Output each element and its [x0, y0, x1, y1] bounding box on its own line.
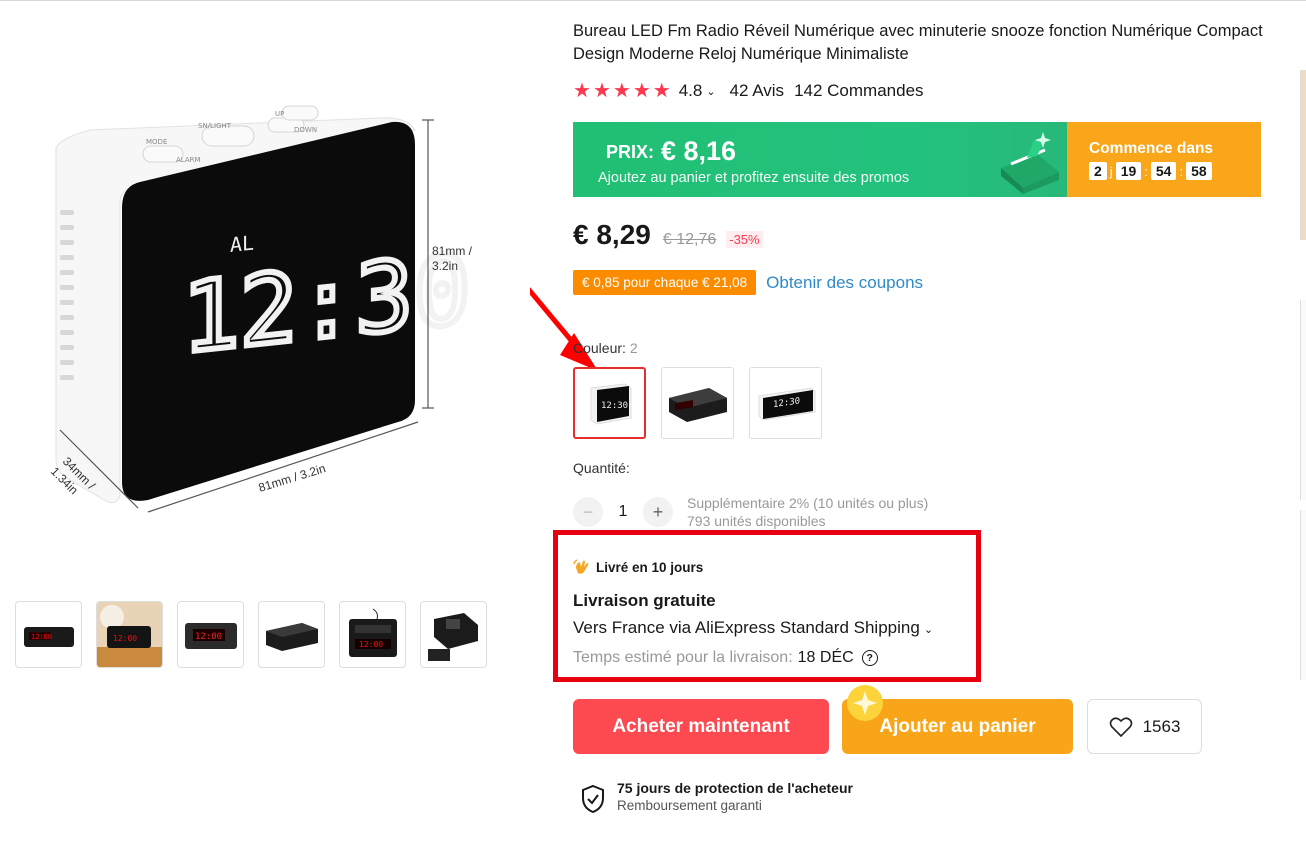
thumbnail-5[interactable]: 12:00 — [339, 601, 406, 668]
eta-date: 18 DÉC — [797, 649, 854, 666]
countdown: 2 j 19 : 54 : 58 — [1089, 162, 1212, 180]
sparkle-icon — [847, 685, 883, 721]
gift-icon — [1001, 132, 1059, 194]
promo-price: € 8,16 — [661, 136, 737, 166]
shipping-method-text: Vers France via AliExpress Standard Ship… — [573, 618, 920, 637]
color-count: 2 — [629, 340, 638, 356]
quantity-decrease-button[interactable]: − — [573, 497, 603, 527]
buy-now-button[interactable]: Acheter maintenant — [573, 699, 829, 754]
quantity-stepper: − 1 + Supplémentaire 2% (10 unités ou pl… — [573, 494, 928, 530]
main-product-image[interactable]: MODE SN/LIGHT UP DOWN ALARM AL 12:30 81m… — [30, 100, 510, 530]
rating-value[interactable]: 4.8 — [679, 81, 703, 101]
btn-snlight-text: SN/LIGHT — [198, 122, 232, 130]
btn-mode-text: MODE — [146, 138, 167, 146]
promo-price-label: PRIX: — [606, 142, 655, 162]
svg-text:12:00: 12:00 — [359, 640, 383, 649]
color-label-text: Couleur: — [573, 340, 626, 356]
buyer-protection: 75 jours de protection de l'acheteur Rem… — [580, 780, 853, 814]
countdown-days-unit: j — [1109, 163, 1113, 179]
hand-wave-icon — [573, 559, 589, 574]
color-swatches: 12:30 12:30 — [573, 367, 822, 439]
height-dim-text-2: 3.2in — [432, 259, 458, 273]
delivery-time: Livré en 10 jours — [596, 559, 704, 575]
wishlist-button[interactable]: 1563 — [1087, 699, 1202, 754]
svg-text:12:00: 12:00 — [195, 632, 222, 642]
delivery-badge: Livré en 10 jours — [573, 558, 703, 576]
clock-al-text: AL — [230, 231, 254, 257]
thumbnail-3[interactable]: 12:00 — [177, 601, 244, 668]
get-coupons-link[interactable]: Obtenir des coupons — [766, 273, 923, 293]
quantity-increase-button[interactable]: + — [643, 497, 673, 527]
coupon-row: € 0,85 pour chaque € 21,08 Obtenir des c… — [573, 270, 923, 295]
shipping-box: Livré en 10 jours Livraison gratuite Ver… — [553, 530, 981, 682]
star-icon: ★ — [612, 80, 631, 102]
quantity-value[interactable]: 1 — [603, 503, 643, 521]
promo-countdown-panel: Commence dans 2 j 19 : 54 : 58 — [1067, 122, 1261, 197]
btn-down-text: DOWN — [294, 126, 317, 134]
star-icon: ★ — [592, 80, 611, 102]
btn-up-text: UP — [275, 110, 284, 118]
thumbnail-strip: 12:00 12:00 12:00 12:00 — [15, 601, 487, 668]
wishlist-count: 1563 — [1142, 716, 1181, 736]
promo-subtitle: Ajoutez au panier et profitez ensuite de… — [598, 170, 910, 186]
eta-label: Temps estimé pour la livraison: — [573, 649, 793, 666]
svg-text:12:00: 12:00 — [113, 634, 137, 643]
countdown-label: Commence dans — [1089, 140, 1214, 157]
promo-price-panel: PRIX: € 8,16 Ajoutez au panier et profit… — [573, 122, 1067, 197]
product-title: Bureau LED Fm Radio Réveil Numérique ave… — [573, 22, 1263, 63]
star-icon: ★ — [573, 80, 591, 102]
orders-count: 142 Commandes — [794, 81, 924, 100]
svg-text:12:00: 12:00 — [31, 633, 52, 641]
protection-subtitle: Remboursement garanti — [617, 798, 762, 813]
delivery-estimate: Temps estimé pour la livraison: 18 DÉC ? — [573, 649, 878, 667]
side-panel-edge — [1300, 300, 1306, 500]
quantity-available: 793 unités disponibles — [687, 513, 826, 529]
color-swatch-black-radio[interactable] — [661, 367, 734, 439]
countdown-days: 2 — [1089, 162, 1107, 180]
quantity-label: Quantité: — [573, 460, 630, 476]
chevron-down-icon: ⌄ — [923, 624, 934, 636]
discount-badge: -35% — [726, 231, 763, 248]
help-icon[interactable]: ? — [861, 650, 878, 666]
countdown-minutes: 54 — [1150, 162, 1177, 180]
side-panel-edge — [1300, 70, 1306, 240]
star-icon: ★ — [652, 80, 671, 102]
btn-alarm-text: ALARM — [176, 156, 201, 164]
color-swatch-rectangular[interactable]: 12:30 — [749, 367, 822, 439]
star-icon: ★ — [632, 80, 651, 102]
thumbnail-4[interactable] — [258, 601, 325, 668]
original-price: € 12,76 — [662, 231, 717, 248]
reviews-link[interactable]: 42 Avis — [730, 81, 785, 101]
free-shipping-label: Livraison gratuite — [573, 591, 716, 610]
shipping-method[interactable]: Vers France via AliExpress Standard Ship… — [573, 618, 933, 638]
quantity-bulk-discount: Supplémentaire 2% (10 unités ou plus) — [687, 495, 929, 511]
thumbnail-6[interactable] — [420, 601, 487, 668]
countdown-separator: : — [1144, 163, 1148, 179]
rating-stars: ★ ★ ★ ★ ★ — [573, 80, 671, 102]
countdown-hours: 19 — [1115, 162, 1142, 180]
quantity-info: Supplémentaire 2% (10 unités ou plus) 79… — [687, 494, 928, 530]
color-label: Couleur: 2 — [573, 340, 638, 356]
side-panel-edge — [1300, 510, 1306, 680]
color-swatch-white[interactable]: 12:30 — [573, 367, 646, 439]
protection-title: 75 jours de protection de l'acheteur — [617, 780, 853, 796]
top-border — [0, 0, 1306, 1]
thumbnail-2[interactable]: 12:00 — [96, 601, 163, 668]
promo-banner: PRIX: € 8,16 Ajoutez au panier et profit… — [573, 122, 1261, 197]
width-dim-text: 81mm / 3.2in — [257, 461, 327, 495]
chevron-down-icon[interactable]: ⌄ — [706, 85, 715, 98]
rating-row: ★ ★ ★ ★ ★ 4.8 ⌄ 42 Avis 142 Commandes — [573, 80, 924, 102]
countdown-separator: : — [1179, 163, 1184, 179]
heart-icon — [1109, 716, 1132, 737]
height-dim-text: 81mm / — [432, 244, 473, 258]
svg-text:12:30: 12:30 — [601, 401, 628, 411]
shield-check-icon — [582, 784, 604, 814]
countdown-seconds: 58 — [1186, 162, 1212, 180]
thumbnail-1[interactable]: 12:00 — [15, 601, 82, 668]
